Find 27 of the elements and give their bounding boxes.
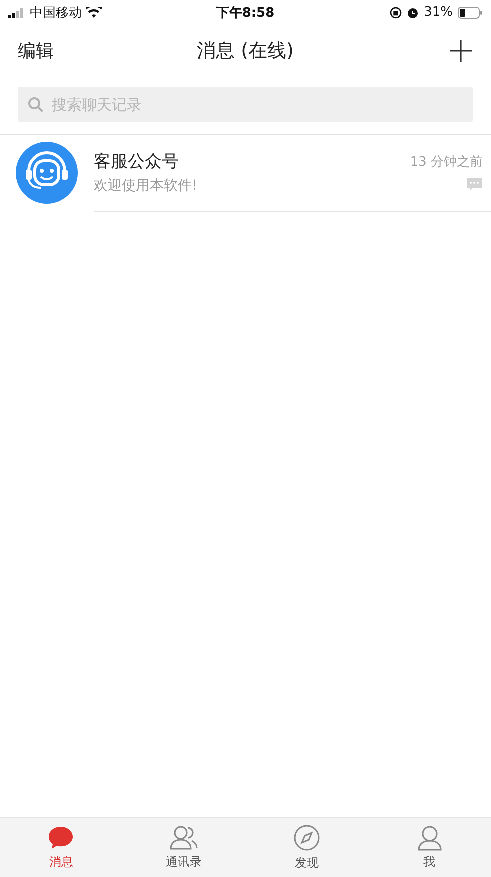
alarm-icon	[407, 6, 420, 18]
comment-icon	[466, 176, 483, 192]
tab-bar-item[interactable]: 消息	[0, 818, 123, 877]
battery-icon	[458, 6, 483, 18]
headset-avatar-icon	[16, 142, 78, 204]
page-title: 消息 (在线)	[197, 39, 294, 64]
tab-bar-item[interactable]: 发现	[246, 818, 368, 877]
tab-bar-item[interactable]: 通讯录	[122, 818, 246, 877]
plus-icon[interactable]	[449, 39, 473, 63]
person-icon	[416, 824, 443, 850]
wifi-icon	[86, 6, 102, 18]
signal-icon	[8, 8, 26, 18]
people-icon	[169, 824, 200, 850]
battery-percent: 31%	[424, 5, 453, 20]
edit-button[interactable]: 编辑	[18, 39, 54, 63]
carrier-name: 中国移动	[30, 4, 82, 22]
clock-time: 下午8:58	[216, 4, 275, 22]
message-time: 13 分钟之前	[410, 154, 483, 170]
rotation-lock-icon	[390, 6, 402, 18]
search-field[interactable]: 搜索聊天记录	[18, 87, 473, 122]
tab-bar-item[interactable]: 我	[368, 818, 491, 877]
compass-icon	[292, 824, 321, 852]
search-icon	[28, 97, 44, 113]
conversation-name: 客服公众号	[94, 151, 180, 173]
message-preview: 欢迎使用本软件!	[94, 177, 199, 195]
conversation-row[interactable]: 客服公众号 欢迎使用本软件! 13 分钟之前	[0, 135, 491, 211]
speech-bubble-icon	[47, 824, 76, 850]
